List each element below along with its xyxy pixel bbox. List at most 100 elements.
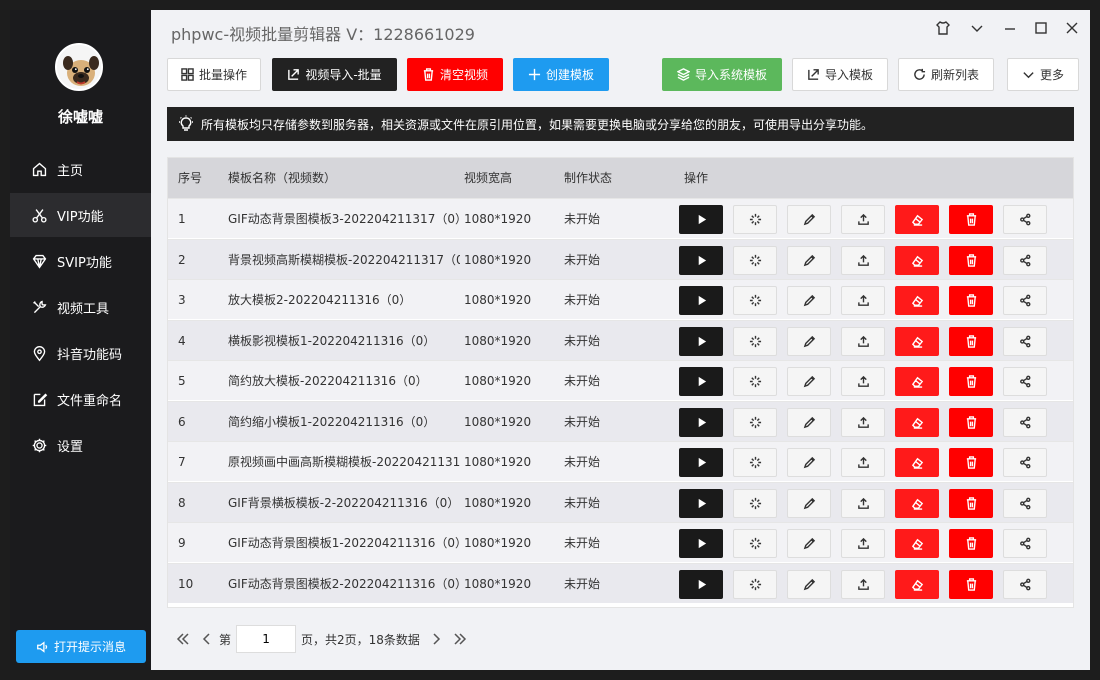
import-system-template-button[interactable]: 导入系统模板 [662,58,782,91]
share-button[interactable] [1003,326,1047,356]
export-button[interactable] [841,488,885,518]
skin-button[interactable] [933,18,953,38]
maximize-button[interactable] [1031,18,1051,38]
export-button[interactable] [841,286,885,315]
next-page-button[interactable] [424,627,448,651]
share-button[interactable] [1003,205,1047,234]
row-index: 5 [178,374,186,388]
open-notify-button[interactable]: 打开提示消息 [16,630,146,663]
edit-button[interactable] [787,367,831,396]
play-button[interactable] [679,488,723,518]
sparkle-icon [749,497,761,509]
delete-button[interactable] [949,326,993,356]
share-button[interactable] [1003,488,1047,518]
play-button[interactable] [679,529,723,558]
edit-button[interactable] [787,205,831,234]
first-page-button[interactable] [171,627,195,651]
more-button[interactable]: 更多 [1007,58,1079,91]
prev-page-button[interactable] [195,627,219,651]
share-button[interactable] [1003,367,1047,396]
more-label: 更多 [1039,68,1064,82]
clear-button[interactable] [895,205,939,234]
play-button[interactable] [679,245,723,275]
edit-button[interactable] [787,245,831,275]
minimize-button[interactable] [1000,18,1020,38]
delete-button[interactable] [949,488,993,518]
clear-button[interactable] [895,488,939,518]
clear-button[interactable] [895,529,939,558]
delete-button[interactable] [949,529,993,558]
clear-button[interactable] [895,569,939,599]
delete-button[interactable] [949,286,993,315]
share-button[interactable] [1003,529,1047,558]
play-button[interactable] [679,367,723,396]
play-button[interactable] [679,407,723,437]
share-button[interactable] [1003,448,1047,477]
refresh-list-button[interactable]: 刷新列表 [898,58,994,91]
effects-button[interactable] [733,326,777,356]
sidebar-item-vip[interactable]: VIP功能 [10,193,151,237]
edit-button[interactable] [787,488,831,518]
avatar[interactable] [55,43,103,91]
play-button[interactable] [679,448,723,477]
clear-button[interactable] [895,367,939,396]
effects-button[interactable] [733,286,777,315]
clear-button[interactable] [895,326,939,356]
effects-button[interactable] [733,448,777,477]
share-button[interactable] [1003,245,1047,275]
effects-button[interactable] [733,569,777,599]
sidebar-item-video-tools[interactable]: 视频工具 [10,285,151,329]
export-button[interactable] [841,407,885,437]
edit-button[interactable] [787,529,831,558]
delete-button[interactable] [949,569,993,599]
clear-video-button[interactable]: 清空视频 [407,58,503,91]
sidebar-item-svip[interactable]: SVIP功能 [10,239,151,283]
close-button[interactable] [1062,18,1082,38]
edit-button[interactable] [787,326,831,356]
export-button[interactable] [841,205,885,234]
create-template-button[interactable]: 创建模板 [513,58,609,91]
export-button[interactable] [841,569,885,599]
sidebar-item-settings[interactable]: 设置 [10,423,151,467]
effects-button[interactable] [733,407,777,437]
export-button[interactable] [841,326,885,356]
export-button[interactable] [841,367,885,396]
play-button[interactable] [679,326,723,356]
import-template-button[interactable]: 导入模板 [792,58,888,91]
share-button[interactable] [1003,286,1047,315]
clear-button[interactable] [895,245,939,275]
play-button[interactable] [679,205,723,234]
clear-button[interactable] [895,448,939,477]
import-video-batch-button[interactable]: 视频导入-批量 [272,58,397,91]
delete-button[interactable] [949,448,993,477]
edit-button[interactable] [787,569,831,599]
export-button[interactable] [841,245,885,275]
dropdown-button[interactable] [967,18,987,38]
delete-button[interactable] [949,407,993,437]
delete-button[interactable] [949,245,993,275]
edit-button[interactable] [787,448,831,477]
sidebar-item-douyin-code[interactable]: 抖音功能码 [10,331,151,375]
effects-button[interactable] [733,529,777,558]
delete-button[interactable] [949,367,993,396]
effects-button[interactable] [733,205,777,234]
clear-button[interactable] [895,286,939,315]
effects-button[interactable] [733,367,777,396]
export-button[interactable] [841,529,885,558]
edit-button[interactable] [787,286,831,315]
share-button[interactable] [1003,569,1047,599]
effects-button[interactable] [733,245,777,275]
batch-ops-button[interactable]: 批量操作 [167,58,261,91]
edit-button[interactable] [787,407,831,437]
play-button[interactable] [679,286,723,315]
effects-button[interactable] [733,488,777,518]
clear-button[interactable] [895,407,939,437]
page-number-input[interactable] [236,625,297,653]
delete-button[interactable] [949,205,993,234]
play-button[interactable] [679,569,723,599]
share-button[interactable] [1003,407,1047,437]
sidebar-item-home[interactable]: 主页 [10,147,151,191]
last-page-button[interactable] [448,627,472,651]
export-button[interactable] [841,448,885,477]
sidebar-item-file-rename[interactable]: 文件重命名 [10,377,151,421]
